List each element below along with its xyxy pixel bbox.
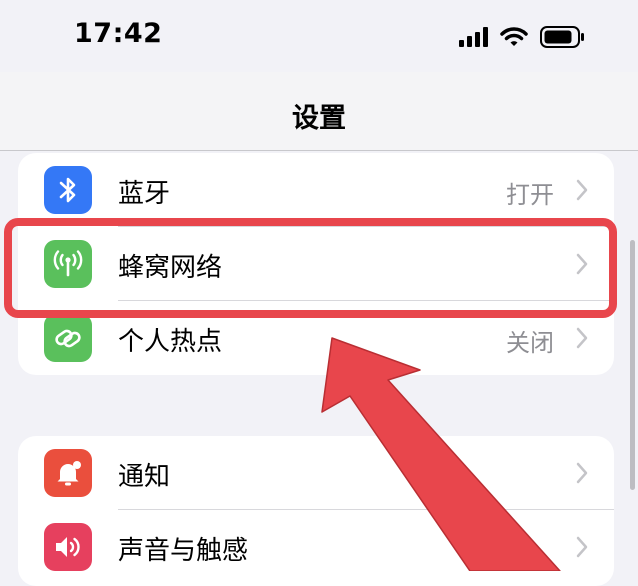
- chevron-right-icon: [576, 327, 588, 349]
- settings-row-label: 个人热点: [118, 327, 223, 357]
- settings-row-bluetooth[interactable]: 蓝牙 打开: [18, 153, 614, 227]
- settings-row-label: 蓝牙: [118, 179, 171, 209]
- bluetooth-icon: [44, 166, 92, 214]
- navigation-bar: 设置: [0, 72, 638, 151]
- settings-row-cellular[interactable]: 蜂窝网络: [18, 227, 614, 301]
- speaker-icon: [44, 523, 92, 571]
- chevron-right-icon: [576, 179, 588, 201]
- settings-group-connectivity: 蓝牙 打开 蜂窝网络 个人热点 关闭: [18, 153, 614, 375]
- settings-row-label: 通知: [118, 462, 171, 492]
- settings-group-notifications: 通知 声音与触感: [18, 436, 614, 586]
- personal-hotspot-icon: [44, 314, 92, 362]
- settings-row-label: 蜂窝网络: [118, 253, 223, 283]
- settings-row-value: 打开: [506, 181, 554, 209]
- battery-icon: [540, 26, 584, 48]
- settings-row-notifications[interactable]: 通知: [18, 436, 614, 510]
- settings-row-personal-hotspot[interactable]: 个人热点 关闭: [18, 301, 614, 375]
- chevron-right-icon: [576, 253, 588, 275]
- chevron-right-icon: [576, 462, 588, 484]
- scroll-indicator[interactable]: [630, 240, 635, 490]
- settings-row-sounds-haptics[interactable]: 声音与触感: [18, 510, 614, 584]
- cellular-antenna-icon: [44, 240, 92, 288]
- settings-row-label: 声音与触感: [118, 536, 249, 566]
- page-title: 设置: [292, 103, 346, 134]
- status-time: 17:42: [74, 18, 163, 49]
- wifi-icon: [500, 27, 528, 46]
- status-icons: [459, 22, 586, 52]
- chevron-right-icon: [576, 536, 588, 558]
- status-bar: 17:42: [0, 0, 638, 72]
- notification-bell-icon: [44, 449, 92, 497]
- settings-row-value: 关闭: [506, 329, 554, 357]
- cellular-signal-icon: [459, 27, 488, 47]
